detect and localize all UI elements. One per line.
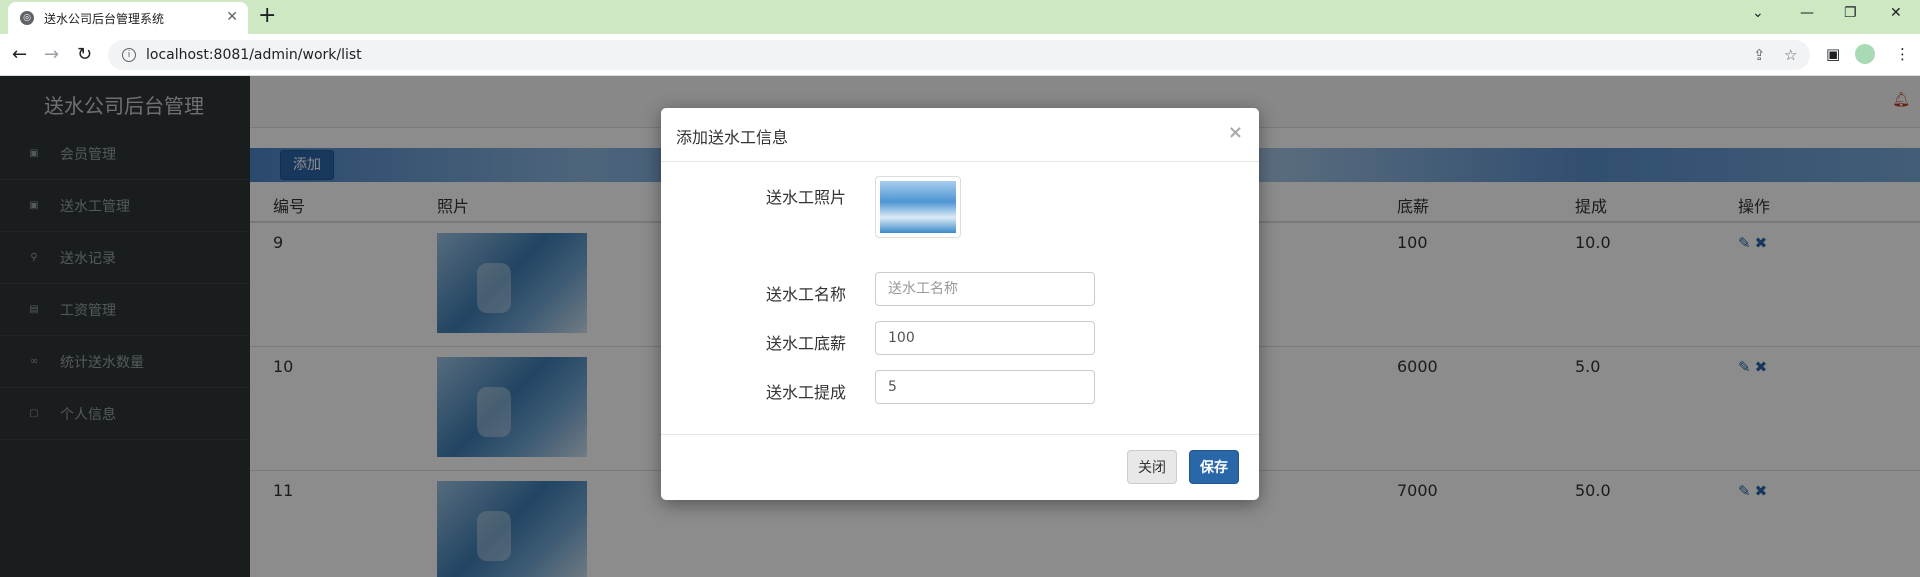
name-label: 送水工名称 <box>765 285 846 304</box>
photo-upload[interactable] <box>875 176 961 238</box>
reload-icon[interactable]: ↻ <box>77 44 92 65</box>
share-icon[interactable]: ⇪ <box>1753 46 1766 64</box>
window-close-icon[interactable]: ✕ <box>1890 5 1902 21</box>
photo-label: 送水工照片 <box>765 188 846 207</box>
worker-salary-input[interactable] <box>875 321 1095 355</box>
modal-title: 添加送水工信息 <box>676 128 789 147</box>
browser-toolbar: ← → ↻ i localhost:8081/admin/work/list ⇪… <box>0 34 1920 76</box>
profile-avatar-icon[interactable] <box>1855 44 1875 64</box>
worker-name-input[interactable] <box>875 272 1095 306</box>
modal-close-icon[interactable]: × <box>1228 122 1243 143</box>
back-icon[interactable]: ← <box>12 44 27 65</box>
add-worker-modal: 添加送水工信息 × 送水工照片 送水工名称 送水工底薪 送水工提成 关闭 保存 <box>661 108 1259 500</box>
save-button[interactable]: 保存 <box>1189 450 1239 484</box>
photo-preview <box>880 181 956 233</box>
globe-icon: ◎ <box>20 11 34 25</box>
tab-close-icon[interactable]: ✕ <box>226 9 238 25</box>
browser-tab[interactable]: ◎ 送水公司后台管理系统 ✕ <box>8 2 248 34</box>
minimize-icon[interactable]: — <box>1800 5 1814 21</box>
forward-icon[interactable]: → <box>44 44 59 65</box>
close-button[interactable]: 关闭 <box>1127 450 1177 484</box>
tab-title: 送水公司后台管理系统 <box>44 11 165 26</box>
tab-search-icon[interactable]: ⌄ <box>1752 5 1764 21</box>
bookmark-star-icon[interactable]: ☆ <box>1784 46 1797 64</box>
url-text: localhost:8081/admin/work/list <box>146 47 362 63</box>
salary-label: 送水工底薪 <box>765 334 846 353</box>
commission-label: 送水工提成 <box>765 383 846 402</box>
new-tab-button[interactable]: + <box>258 5 276 27</box>
modal-header: 添加送水工信息 × <box>661 108 1259 162</box>
menu-kebab-icon[interactable]: ⋮ <box>1895 45 1910 63</box>
address-bar[interactable]: i localhost:8081/admin/work/list ⇪ ☆ <box>108 40 1810 70</box>
sidepanel-icon[interactable]: ▣ <box>1826 45 1840 63</box>
restore-icon[interactable]: ❐ <box>1844 5 1857 21</box>
worker-commission-input[interactable] <box>875 370 1095 404</box>
browser-tabbar: ◎ 送水公司后台管理系统 ✕ + ⌄ — ❐ ✕ <box>0 0 1920 34</box>
info-icon[interactable]: i <box>122 48 136 62</box>
modal-footer: 关闭 保存 <box>661 434 1259 500</box>
